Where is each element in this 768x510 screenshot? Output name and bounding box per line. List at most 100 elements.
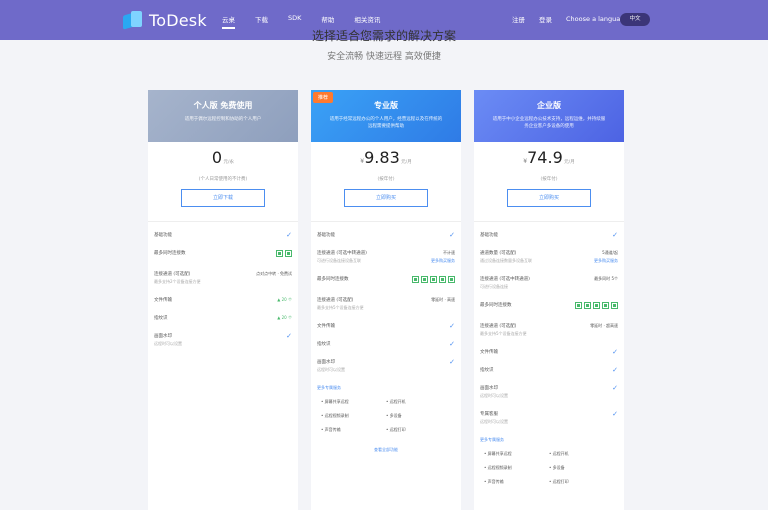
- feature-row: 文件传输 ✓: [317, 322, 455, 330]
- feature-value: 点对点中转 · 免费试: [256, 271, 292, 277]
- nav-item-0[interactable]: 云桌: [222, 14, 235, 29]
- feature-rows: 基础功能 ✓ 最多同时连接数 连接通道 (可选配) 最多支持2个设备连接方便 点对点中转 …: [148, 222, 298, 347]
- feature-row: 通道数量 (可选配) 通过设备连接数量多设备互联 5通道/起 更多购买服务: [480, 250, 618, 264]
- feature-row: 文件传输 ✓: [480, 349, 618, 356]
- device-square-icon: [602, 302, 609, 309]
- device-square-icon: [276, 250, 283, 257]
- feature-value-text: 不计速: [443, 250, 455, 255]
- nav-item-4[interactable]: 相关资讯: [354, 14, 380, 24]
- language-toggle-button[interactable]: 中文: [620, 13, 650, 26]
- feature-row: 连接通道 (可选配) 最多支持5个设备连接方便 零延时 · 超高速: [480, 323, 618, 337]
- feature-label: 文件传输: [480, 350, 498, 355]
- feature-sublabel: 最多支持5个设备连接方便: [317, 305, 364, 310]
- more-service-link[interactable]: 更多购买服务: [594, 258, 618, 264]
- register-link[interactable]: 注册: [512, 14, 525, 24]
- more-service-link[interactable]: 更多购买服务: [431, 258, 455, 264]
- feature-value-text: 零延时 · 超高速: [590, 323, 618, 328]
- feature-label: 画面水印: [154, 334, 172, 339]
- feature-label-wrap: 连接通道 (可选中转通道) 可进行设备连接: [480, 276, 530, 290]
- quota-value: ▲ 20 个: [277, 297, 292, 302]
- feature-label-wrap: 指纹识: [480, 367, 494, 373]
- card-description: 适用于中小企业远程办公技术支持，远程运维，并持续服务企业客户多设备的使用: [492, 117, 606, 129]
- device-square-icon: [285, 250, 292, 257]
- feature-row: 基础功能 ✓: [154, 231, 292, 239]
- device-square-icon: [430, 276, 437, 283]
- feature-row: 指纹识 ✓: [317, 340, 455, 348]
- feature-label-wrap: 通道数量 (可选配) 通过设备连接数量多设备互联: [480, 250, 532, 264]
- card-header: 个人版 免费使用 适用于偶尔远程控制和协助的个人用户: [148, 90, 298, 142]
- nav-item-3[interactable]: 帮助: [321, 14, 334, 24]
- service-item: 屏幕共享远程: [321, 399, 386, 405]
- service-item: 声音传输: [484, 479, 549, 485]
- feature-label-wrap: 文件传输: [317, 323, 335, 329]
- feature-row: 指纹识 ✓: [480, 367, 618, 374]
- device-square-icon: [584, 302, 591, 309]
- login-link[interactable]: 登录: [539, 14, 552, 24]
- feature-label: 连接通道 (可选配): [154, 272, 191, 277]
- connection-count-indicator: [573, 302, 618, 311]
- feature-label-wrap: 最多同时连接数: [317, 276, 349, 282]
- device-square-icon: [593, 302, 600, 309]
- feature-row: 基础功能 ✓: [317, 232, 455, 239]
- feature-label-wrap: 指纹识: [154, 315, 168, 321]
- price-note: (个人日常使用的不计费): [198, 177, 248, 182]
- nav-item-1[interactable]: 下载: [255, 14, 268, 24]
- feature-value-text: 最多同时 5个: [594, 276, 618, 281]
- feature-sublabel: 远程时可以设置: [154, 341, 182, 346]
- feature-label-wrap: 连接通道 (可选配) 最多支持2个设备连接方便: [154, 271, 201, 285]
- device-square-icon: [575, 302, 582, 309]
- purchase-button[interactable]: 立即购买: [344, 189, 428, 207]
- feature-label: 连接通道 (可选配): [317, 298, 354, 303]
- feature-rows: 基础功能 ✓ 连接通道 (可选中转通道) 可进行设备连接设备互联 不计速 更多购买服务 最多…: [311, 222, 461, 373]
- feature-label: 指纹识: [154, 316, 168, 321]
- feature-label-wrap: 指纹识: [317, 341, 331, 347]
- feature-label-wrap: 最多同时连接数: [480, 302, 512, 308]
- feature-row: 文件传输 ▲ 20 个: [154, 297, 292, 303]
- feature-label-wrap: 最多同时连接数: [154, 250, 186, 256]
- feature-label: 最多同时连接数: [317, 277, 349, 282]
- check-icon: ✓: [612, 231, 618, 239]
- purchase-button[interactable]: 立即购买: [507, 189, 591, 207]
- service-item: 远程打印: [549, 479, 614, 485]
- pricing-card-3: 企业版 适用于中小企业远程办公技术支持，远程运维，并持续服务企业客户多设备的使用 ¥…: [474, 90, 624, 510]
- feature-label: 画面水印: [317, 360, 335, 365]
- feature-label-wrap: 专属客服 远程时可以设置: [480, 411, 508, 425]
- price-note: (按年付): [377, 177, 395, 182]
- feature-sublabel: 最多支持2个设备连接方便: [154, 279, 201, 284]
- check-icon: ✓: [612, 384, 618, 392]
- check-icon: ✓: [449, 322, 455, 330]
- page-title: 选择适合您需求的解决方案: [311, 29, 456, 43]
- price-value: 9.83: [364, 148, 400, 167]
- check-icon: ✓: [286, 231, 292, 239]
- page-subtitle: 安全流畅 快速远程 高效便捷: [327, 52, 441, 62]
- feature-label-wrap: 画面水印远程时可以设置: [154, 333, 182, 347]
- feature-row: 最多同时连接数: [480, 302, 618, 311]
- feature-sublabel: 可进行设备连接设备互联: [317, 258, 361, 263]
- service-item: 远程视频录制: [484, 465, 549, 471]
- feature-value: 不计速更多购买服务: [431, 250, 455, 264]
- purchase-button[interactable]: 立即下载: [181, 189, 265, 207]
- feature-label: 最多同时连接数: [154, 251, 186, 256]
- nav-item-2[interactable]: SDK: [288, 14, 301, 24]
- feature-label: 连接通道 (可选配): [480, 324, 517, 329]
- feature-label-wrap: 连接通道 (可选配) 最多支持5个设备连接方便: [480, 323, 527, 337]
- pricing-card-1: 个人版 免费使用 适用于偶尔远程控制和协助的个人用户 0 元/永 (个人日常使用的不计…: [148, 90, 298, 510]
- feature-label-wrap: 画面水印 远程时可以设置: [480, 385, 508, 399]
- feature-row: 画面水印 远程时可以设置 ✓: [480, 385, 618, 399]
- feature-row: 连接通道 (可选配) 最多支持5个设备连接方便 零延时 · 高速: [317, 297, 455, 311]
- feature-row: 画面水印 远程时可以设置 ✓: [317, 359, 455, 373]
- card-header: 推荐 专业版 适用于经常远程办公的个人用户，经营远程以及在传统的远程需要提供帮助: [311, 90, 461, 142]
- feature-value: 5通道/起 更多购买服务: [594, 250, 618, 264]
- price-unit: 元/月: [399, 160, 412, 165]
- feature-value: 零延时 · 超高速: [590, 323, 618, 329]
- view-all-features-link[interactable]: 查看全部功能: [311, 447, 461, 453]
- device-square-icon: [412, 276, 419, 283]
- feature-label-wrap: 画面水印 远程时可以设置: [317, 359, 345, 373]
- feature-label-wrap: 连接通道 (可选配) 最多支持5个设备连接方便: [317, 297, 364, 311]
- check-icon: ✓: [449, 340, 455, 348]
- check-icon: ✓: [449, 358, 455, 366]
- main-nav: 云桌 下载 SDK 帮助 相关资讯: [222, 14, 400, 29]
- feature-row: 最多同时连接数: [154, 250, 292, 259]
- price-row: ¥9.83 元/月: [311, 148, 461, 174]
- feature-label-wrap: 文件传输: [154, 297, 172, 303]
